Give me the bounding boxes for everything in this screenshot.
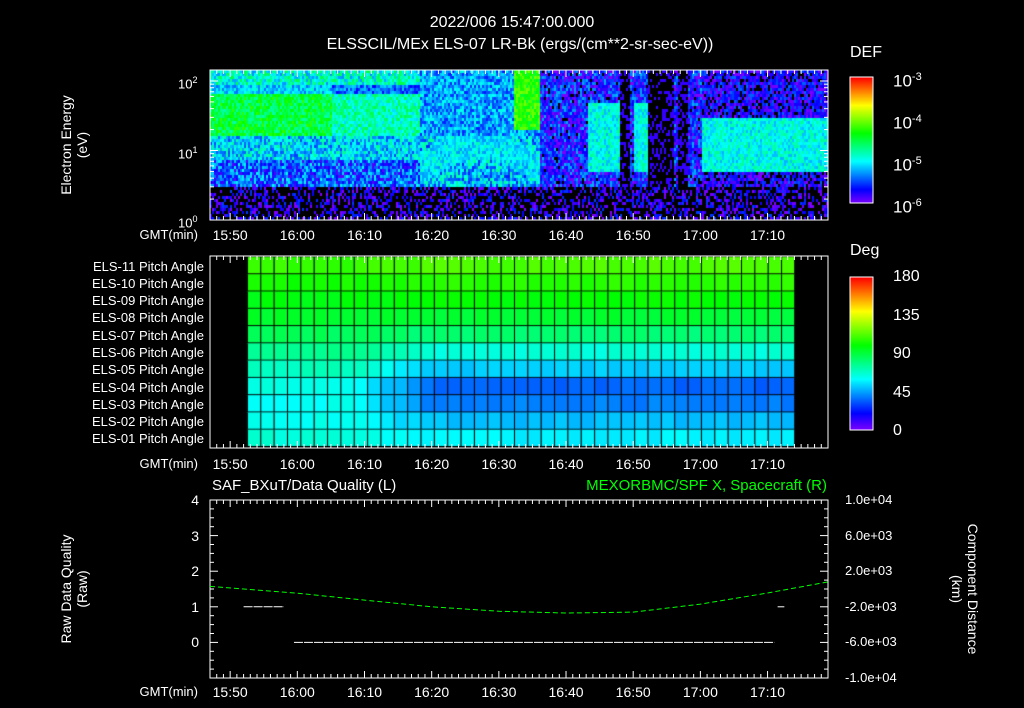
pitch-angle-gmt-label: GMT(min) xyxy=(139,456,199,471)
def-colorbar-tick-base: 10 xyxy=(893,197,912,217)
def-colorbar-tick: 10-4 xyxy=(893,112,922,133)
def-colorbar-tick: 10-5 xyxy=(893,154,922,175)
pitch-angle-time-tick-label: 16:20 xyxy=(414,456,450,472)
quality-axis-label: Raw Data Quality (Raw) xyxy=(58,535,90,644)
quality-time-tick-label: 17:00 xyxy=(682,684,718,700)
quality-tick-label: 3 xyxy=(191,527,199,544)
def-colorbar-tick-exp: -3 xyxy=(911,71,922,83)
def-colorbar-tick-exp: -6 xyxy=(911,197,922,209)
distance-axis-label: Component Distance (km) xyxy=(949,524,981,655)
quality-axis-label-line1: Raw Data Quality xyxy=(58,534,74,644)
pitch-angle-time-tick-label: 16:00 xyxy=(279,456,315,472)
def-colorbar xyxy=(849,76,874,204)
energy-axis-label: Electron Energy (eV) xyxy=(58,95,90,195)
deg-colorbar-tick: 90 xyxy=(893,345,911,362)
deg-colorbar-tick: 0 xyxy=(893,422,902,439)
spectrogram-gmt-label: GMT(min) xyxy=(139,227,199,242)
distance-tick-label: -6.0e+03 xyxy=(845,634,897,650)
deg-colorbar xyxy=(849,276,874,431)
energy-tick-100-exp: 2 xyxy=(192,75,198,85)
spectrogram-frame xyxy=(209,69,829,221)
quality-tick-label: 1 xyxy=(191,598,199,615)
quality-tick-label: 2 xyxy=(191,563,199,580)
quality-title: SAF_BXuT/Data Quality (L) xyxy=(212,477,397,494)
pitch-angle-time-tick-label: 16:50 xyxy=(615,456,651,472)
spectrogram-time-tick-label: 16:40 xyxy=(548,227,584,243)
spectrogram-time-tick-label: 15:50 xyxy=(212,227,248,243)
pitch-angle-row-label: ELS-06 Pitch Angle xyxy=(91,345,204,360)
spectrogram-time-tick-label: 16:30 xyxy=(481,227,517,243)
distance-tick-label: 1.0e+04 xyxy=(845,492,893,507)
quality-time-tick-label: 16:30 xyxy=(481,684,517,700)
def-colorbar-tick-exp: -4 xyxy=(911,113,922,125)
distance-tick-label: 6.0e+03 xyxy=(845,527,893,543)
def-colorbar-tick: 10-6 xyxy=(893,196,922,217)
pitch-angle-row-label: ELS-04 Pitch Angle xyxy=(91,379,204,395)
pitch-angle-row-label: ELS-09 Pitch Angle xyxy=(91,293,204,309)
quality-time-tick-label: 16:00 xyxy=(279,684,315,700)
distance-axis-label-line2: (km) xyxy=(949,575,965,603)
deg-colorbar-label: Deg xyxy=(850,242,880,259)
pitch-angle-row-label: ELS-05 Pitch Angle xyxy=(91,362,204,378)
distance-tick-label: 2.0e+03 xyxy=(845,563,893,579)
deg-colorbar-tick: 180 xyxy=(893,268,920,285)
spectrogram-time-tick-label: 17:00 xyxy=(682,227,718,243)
quality-tick-label: 0 xyxy=(191,634,199,651)
plot-title: ELSSCIL/MEx ELS-07 LR-Bk (ergs/(cm**2-sr… xyxy=(326,36,714,53)
pitch-angle-time-tick-label: 16:30 xyxy=(481,456,517,472)
pitch-angle-row-label: ELS-11 Pitch Angle xyxy=(92,258,204,274)
spectrogram-time-tick-label: 16:20 xyxy=(414,227,450,243)
spectrogram-time-tick-label: 16:50 xyxy=(615,227,651,243)
distance-axis-label-line1: Component Distance xyxy=(965,523,981,655)
pitch-angle-row-label: ELS-02 Pitch Angle xyxy=(91,414,204,430)
pitch-angle-row-label: ELS-07 Pitch Angle xyxy=(91,327,204,343)
pitch-angle-time-tick-label: 17:00 xyxy=(682,456,718,472)
pitch-angle-time-tick-label: 16:10 xyxy=(346,456,383,472)
quality-time-tick-label: 15:50 xyxy=(212,684,248,700)
energy-axis-label-line1: Electron Energy xyxy=(58,95,74,195)
spectrogram-time-tick-label: 17:10 xyxy=(750,227,786,243)
def-colorbar-tick-exp: -5 xyxy=(911,155,922,167)
def-colorbar-tick: 10-3 xyxy=(893,70,922,91)
quality-frame xyxy=(209,499,829,679)
energy-tick-10: 101 xyxy=(178,143,197,161)
spf-x-line xyxy=(209,581,829,614)
pitch-angle-row-label: ELS-08 Pitch Angle xyxy=(91,310,204,326)
def-colorbar-label: DEF xyxy=(850,44,882,61)
pitch-angle-row-label: ELS-01 Pitch Angle xyxy=(91,431,204,447)
energy-tick-10-base: 10 xyxy=(178,145,193,161)
distance-tick-label: -1.0e+04 xyxy=(845,670,897,685)
energy-axis-label-line2: (eV) xyxy=(74,131,90,159)
pitch-angle-time-tick-label: 16:40 xyxy=(548,456,584,472)
quality-time-tick-label: 16:50 xyxy=(615,684,651,700)
pitch-angle-time-tick-label: 17:10 xyxy=(750,456,786,472)
quality-axis-label-line2: (Raw) xyxy=(74,570,90,608)
energy-tick-1-exp: 0 xyxy=(192,214,198,224)
energy-tick-100: 102 xyxy=(178,73,197,91)
spectrogram-time-tick-label: 16:00 xyxy=(279,227,315,243)
pitch-angle-frame xyxy=(209,255,829,449)
distance-tick-label: -2.0e+03 xyxy=(845,598,897,614)
def-colorbar-tick-base: 10 xyxy=(893,155,912,175)
def-colorbar-tick-base: 10 xyxy=(893,113,912,133)
quality-time-tick-label: 17:10 xyxy=(750,684,786,700)
quality-time-tick-label: 16:10 xyxy=(346,684,383,700)
pitch-angle-time-tick-label: 15:50 xyxy=(212,456,248,472)
energy-tick-100-base: 10 xyxy=(178,76,193,92)
pitch-angle-row-label: ELS-03 Pitch Angle xyxy=(91,396,204,412)
def-colorbar-tick-base: 10 xyxy=(893,71,912,91)
quality-gmt-label: GMT(min) xyxy=(139,684,199,699)
deg-colorbar-tick: 135 xyxy=(893,306,920,324)
quality-time-tick-label: 16:40 xyxy=(548,684,584,700)
pitch-angle-row-label: ELS-10 Pitch Angle xyxy=(91,275,204,291)
quality-time-tick-label: 16:20 xyxy=(414,684,450,700)
spf-x-title: MEXORBMC/SPF X, Spacecraft (R) xyxy=(586,477,827,494)
deg-colorbar-tick: 45 xyxy=(893,383,911,401)
energy-tick-10-exp: 1 xyxy=(192,144,198,155)
plot-datetime: 2022/006 15:47:00.000 xyxy=(429,14,595,31)
spectrogram-time-tick-label: 16:10 xyxy=(346,227,383,243)
quality-tick-label: 4 xyxy=(191,492,199,508)
